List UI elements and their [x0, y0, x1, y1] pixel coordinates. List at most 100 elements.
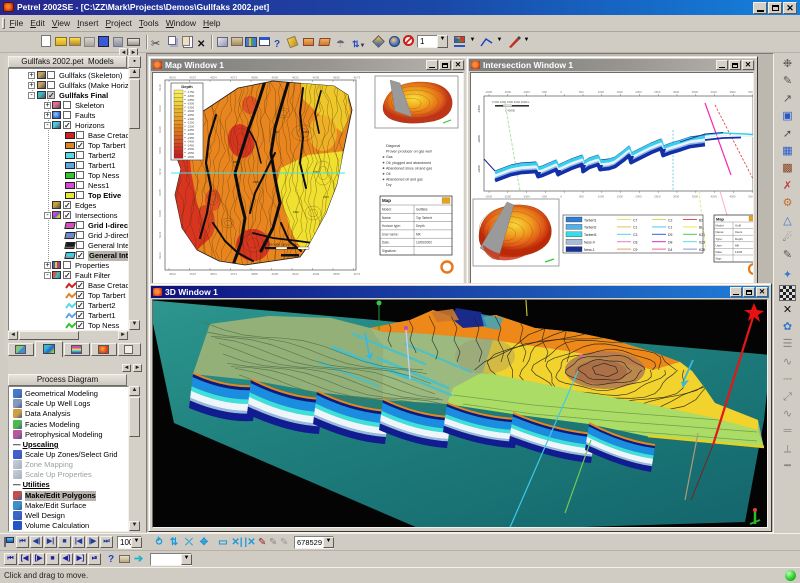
svg-text:D9: D9 — [668, 233, 672, 237]
svg-text:Map: Map — [382, 198, 391, 203]
svg-text:-500: -500 — [541, 195, 547, 199]
svg-text:4000: 4000 — [711, 195, 718, 199]
svg-text:5000: 5000 — [748, 90, 754, 94]
svg-text:4537: 4537 — [190, 272, 197, 276]
svg-text:-2600: -2600 — [187, 155, 195, 159]
svg-text:D8: D8 — [668, 241, 672, 245]
svg-text:Proven producer on gas well: Proven producer on gas well — [386, 150, 432, 154]
svg-text:Dry: Dry — [386, 183, 392, 187]
svg-text:Depth: Depth — [181, 84, 193, 89]
svg-text:Depth: Depth — [416, 224, 425, 228]
svg-text:Date:: Date: — [716, 250, 723, 254]
svg-text:Tarbert1: Tarbert1 — [584, 218, 597, 222]
svg-text:6224: 6224 — [158, 252, 162, 259]
svg-text:4588: 4588 — [251, 272, 258, 276]
svg-text:1000: 1000 — [598, 195, 605, 199]
svg-text:C1: C1 — [633, 226, 637, 230]
svg-text:4622: 4622 — [292, 272, 299, 276]
svg-text:Gas: Gas — [386, 155, 393, 159]
svg-text:Abandoned oil and gas: Abandoned oil and gas — [386, 178, 423, 182]
svg-text:6185: 6185 — [158, 189, 162, 196]
svg-text:1900: 1900 — [253, 180, 259, 184]
svg-text:12/06: 12/06 — [735, 250, 743, 254]
svg-text:4639: 4639 — [313, 76, 320, 80]
svg-text:Horizon type:: Horizon type: — [382, 224, 401, 228]
svg-text:Gullf: Gullf — [735, 224, 741, 228]
svg-text:6159: 6159 — [158, 147, 162, 154]
svg-text:1500: 1500 — [617, 90, 624, 94]
svg-text:6146: 6146 — [158, 126, 162, 133]
svg-text:4656: 4656 — [333, 272, 340, 276]
svg-text:Model:: Model: — [716, 224, 725, 228]
svg-text:4571: 4571 — [231, 272, 238, 276]
svg-text:MK: MK — [735, 243, 739, 247]
svg-text:-1500: -1500 — [504, 90, 512, 94]
svg-text:Diagonal: Diagonal — [386, 144, 400, 148]
svg-text:-2200: -2200 — [753, 165, 754, 173]
svg-text:-1000: -1000 — [523, 90, 531, 94]
svg-text:Ness-0: Ness-0 — [584, 241, 595, 245]
svg-text:0 500 1000 1500 2000m: 0 500 1000 1500 2000m — [265, 243, 298, 247]
svg-text:-1000: -1000 — [523, 195, 531, 199]
svg-text:500: 500 — [579, 195, 584, 199]
svg-text:4656: 4656 — [333, 76, 340, 80]
svg-text:Map: Map — [716, 217, 725, 222]
svg-text:4673: 4673 — [354, 272, 361, 276]
svg-text:3000: 3000 — [673, 195, 680, 199]
svg-text:5000: 5000 — [748, 195, 754, 199]
svg-text:3000: 3000 — [673, 90, 680, 94]
svg-text:BL: BL — [699, 226, 703, 230]
svg-text:1000: 1000 — [598, 90, 605, 94]
svg-text:4571: 4571 — [231, 76, 238, 80]
svg-text:C8: C8 — [633, 241, 637, 245]
svg-text:-2000: -2000 — [485, 90, 493, 94]
svg-text:1950: 1950 — [303, 130, 309, 134]
svg-text:Type:: Type: — [716, 237, 723, 241]
svg-text:2500: 2500 — [654, 195, 661, 199]
svg-text:-2200: -2200 — [477, 165, 481, 173]
svg-text:B2: B2 — [699, 218, 703, 222]
svg-text:2000: 2000 — [635, 90, 642, 94]
svg-text:-1800: -1800 — [477, 105, 481, 113]
svg-text:Model:: Model: — [382, 208, 392, 212]
svg-text:Name:: Name: — [382, 216, 392, 220]
svg-text:K23: K23 — [699, 241, 705, 245]
svg-text:1920: 1920 — [273, 130, 279, 134]
svg-text:3500: 3500 — [692, 195, 699, 199]
svg-text:Inters: Inters — [735, 230, 743, 234]
svg-text:-2000: -2000 — [485, 195, 493, 199]
svg-text:Name:: Name: — [716, 230, 725, 234]
svg-text:4537: 4537 — [190, 76, 197, 80]
svg-text:-1800: -1800 — [753, 105, 754, 113]
svg-text:Ness-1: Ness-1 — [584, 248, 595, 252]
svg-text:Oil: Oil — [386, 172, 391, 176]
svg-text:Tarbert3: Tarbert3 — [584, 233, 597, 237]
svg-text:-2000: -2000 — [753, 135, 754, 143]
svg-text:3500: 3500 — [692, 90, 699, 94]
svg-text:4605: 4605 — [272, 272, 279, 276]
svg-text:4500: 4500 — [729, 195, 736, 199]
svg-text:4588: 4588 — [251, 76, 258, 80]
svg-text:D4: D4 — [668, 248, 672, 252]
svg-text:Gullfaks: Gullfaks — [416, 208, 428, 212]
svg-text:6172: 6172 — [158, 168, 162, 175]
svg-text:Oil, plugged and abandoned: Oil, plugged and abandoned — [386, 161, 431, 165]
svg-text:4520: 4520 — [169, 272, 176, 276]
svg-text:4000: 4000 — [711, 90, 718, 94]
svg-text:6133: 6133 — [158, 105, 162, 112]
svg-text:4622: 4622 — [292, 76, 299, 80]
svg-text:4605: 4605 — [272, 76, 279, 80]
svg-text:Abandoned since oil and gas: Abandoned since oil and gas — [386, 166, 432, 170]
svg-text:4520: 4520 — [169, 76, 176, 80]
svg-text:Tarbert2: Tarbert2 — [584, 226, 597, 230]
svg-text:Sign:: Sign: — [716, 257, 723, 261]
svg-text:C7: C7 — [633, 218, 637, 222]
svg-text:Date:: Date: — [382, 241, 390, 245]
svg-text:C3: C3 — [633, 233, 637, 237]
svg-text:2500: 2500 — [654, 90, 661, 94]
svg-text:User:: User: — [716, 243, 723, 247]
svg-text:-500: -500 — [541, 90, 547, 94]
svg-text:4639: 4639 — [313, 272, 320, 276]
svg-text:C9: C9 — [633, 248, 637, 252]
svg-text:-2000: -2000 — [477, 135, 481, 143]
